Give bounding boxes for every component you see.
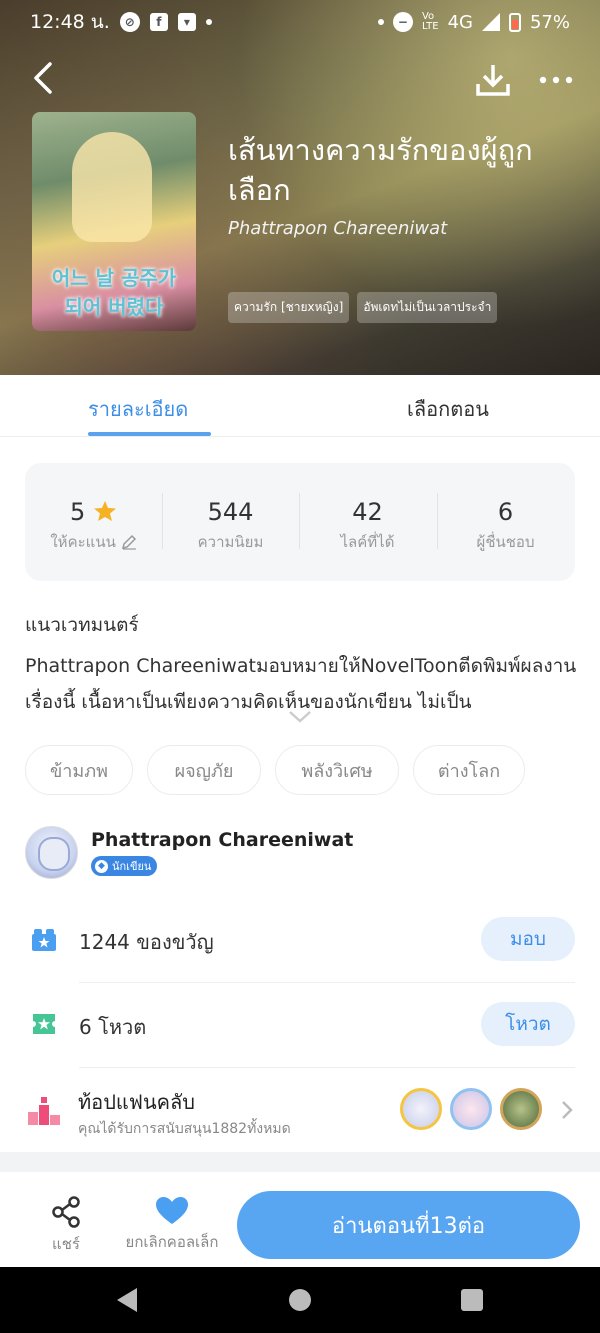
android-nav-bar <box>0 1267 600 1333</box>
fan-avatar[interactable] <box>500 1088 542 1130</box>
writer-name[interactable]: Phattrapon Chareeniwat <box>91 829 353 851</box>
tab-bar: รายละเอียด เลือกตอน <box>0 375 600 437</box>
stats-card: 5 ให้คะแนน 544 ความนิยม 42 ไลค์ที่ได้ 6 … <box>25 463 575 581</box>
volte-icon: Vo LTE <box>421 11 439 32</box>
writer-avatar[interactable] <box>25 826 78 879</box>
fanclub-subtitle: คุณได้รับการสนับสนุน1882ทั้งหมด <box>78 1121 291 1137</box>
vote-count: 6 โหวต <box>79 1015 147 1039</box>
genre-chip[interactable]: ผจญภัย <box>147 745 261 795</box>
book-author: Phattrapon Chareeniwat <box>228 218 448 239</box>
book-cover: 어느 날 공주가 되어 버렸다 <box>32 112 196 331</box>
fan-avatar[interactable] <box>400 1088 442 1130</box>
stat-likes: 42 ไลค์ที่ได้ <box>340 498 395 551</box>
share-icon <box>52 1196 80 1228</box>
heart-icon <box>156 1197 188 1224</box>
gift-icon <box>32 929 56 951</box>
back-arrow-icon[interactable] <box>30 58 60 98</box>
vote-button[interactable]: โหวต <box>481 1002 575 1046</box>
genre-chip[interactable]: ต่างโลก <box>413 745 525 795</box>
star-icon <box>93 501 116 521</box>
genre-chips: ข้ามภพ ผจญภัย พลังวิเศษ ต่างโลก <box>25 745 525 795</box>
writer-badge: ◆ นักเขียน <box>91 856 158 876</box>
stat-favorites: 6 ผู้ชื่นชอบ <box>476 498 535 551</box>
network-type: 4G <box>447 11 473 33</box>
description-genre: แนวเวทมนตร์ <box>25 614 139 636</box>
notification-dot-icon <box>377 19 384 25</box>
give-gift-button[interactable]: มอบ <box>481 917 575 961</box>
share-button[interactable]: แชร์ <box>45 1196 87 1256</box>
tag-romance[interactable]: ความรัก [ชายxหญิง] <box>228 292 350 323</box>
uncollect-button[interactable]: ยกเลิกคอลเล็ก <box>118 1196 226 1254</box>
fanclub-title[interactable]: ท้อปแฟนคลับ <box>78 1086 195 1118</box>
book-title: เส้นทางความรักของผู้ถูกเลือก <box>228 133 533 207</box>
expand-chevron-icon[interactable] <box>287 709 313 725</box>
nav-recents-icon[interactable] <box>461 1289 483 1311</box>
votes-row: 6 โหวต โหวต <box>25 987 575 1067</box>
fan-avatar[interactable] <box>450 1088 492 1130</box>
book-tags: ความรัก [ชายxหญิง] อัพเดทไม่เป็นเวลาประจ… <box>228 292 498 323</box>
status-time: 12:48 น. <box>30 11 110 33</box>
battery-percent: 57% <box>529 11 570 33</box>
book-header: 12:48 น. ⊘ f ▾ − Vo LTE 4G 57% 어느 날 공주가 되… <box>0 0 600 375</box>
battery-icon <box>508 13 521 32</box>
gift-count: 1244 ของขวัญ <box>79 930 214 954</box>
stat-rating[interactable]: 5 ให้คะแนน <box>25 463 162 581</box>
signal-icon <box>481 13 500 31</box>
compass-icon: ⊘ <box>119 12 140 32</box>
notification-dot-icon <box>205 19 212 25</box>
genre-chip[interactable]: พลังวิเศษ <box>275 745 399 795</box>
gifts-row: 1244 ของขวัญ มอบ <box>25 902 575 982</box>
more-options-icon[interactable] <box>538 70 574 90</box>
nav-back-icon[interactable] <box>115 1287 139 1313</box>
pencil-icon <box>121 534 136 550</box>
cover-title-art: 어느 날 공주가 되어 버렸다 <box>51 266 177 319</box>
fanclub-podium-icon <box>28 1097 60 1125</box>
vote-ticket-icon <box>33 1014 55 1034</box>
status-bar: 12:48 น. ⊘ f ▾ − Vo LTE 4G 57% <box>0 0 600 44</box>
stat-popularity: 544 ความนิยม <box>197 498 264 551</box>
download-icon[interactable] <box>474 62 512 98</box>
chevron-right-icon[interactable] <box>560 1100 574 1120</box>
continue-reading-button[interactable]: อ่านตอนที่13ต่อ <box>237 1191 580 1259</box>
facebook-icon: f <box>149 13 168 31</box>
tab-details[interactable]: รายละเอียด <box>88 393 188 425</box>
tab-episodes[interactable]: เลือกตอน <box>407 393 489 425</box>
genre-chip[interactable]: ข้ามภพ <box>25 745 133 795</box>
diamond-icon: ◆ <box>95 859 108 873</box>
tag-update-schedule[interactable]: อัพเดทไม่เป็นเวลาประจำ <box>357 292 498 323</box>
nav-home-icon[interactable] <box>289 1289 311 1311</box>
do-not-disturb-icon: − <box>392 12 413 32</box>
tab-indicator <box>88 432 211 436</box>
shopping-bag-icon: ▾ <box>177 13 196 31</box>
